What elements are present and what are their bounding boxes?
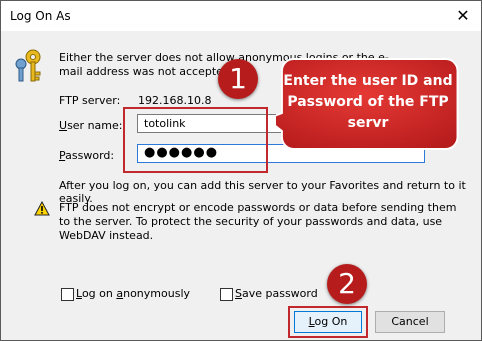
anonymous-label[interactable]: Log on anonymously	[76, 287, 190, 300]
title-bar: Log On As ✕	[1, 1, 481, 31]
save-text: ave password	[241, 287, 318, 300]
cancel-button[interactable]: Cancel	[375, 311, 445, 333]
warning-icon	[34, 201, 50, 216]
username-label-mnemonic: U	[59, 119, 68, 132]
security-warning: FTP does not encrypt or encode passwords…	[59, 201, 457, 242]
logon-highlight-box	[288, 306, 368, 338]
instruction-callout-text: Enter the user ID and Password of the FT…	[283, 73, 453, 131]
key-icon	[15, 49, 41, 82]
close-icon[interactable]: ✕	[453, 6, 473, 26]
anonymous-checkbox[interactable]	[61, 288, 74, 301]
anon-text-1: og on	[81, 287, 117, 300]
log-on-as-dialog: Log On As ✕ Either the server does not a…	[0, 0, 482, 341]
dialog-title: Log On As	[10, 9, 71, 23]
server-value: 192.168.10.8	[138, 94, 212, 107]
save-password-label[interactable]: Save password	[235, 287, 318, 300]
username-label-rest: ser name:	[67, 119, 123, 132]
save-mnemonic: S	[235, 287, 242, 300]
save-password-checkbox[interactable]	[220, 288, 233, 301]
password-label: Password:	[59, 149, 114, 162]
fields-highlight-box	[123, 107, 268, 173]
step-1-badge: 1	[218, 59, 258, 99]
anon-text-2: nonymously	[123, 287, 191, 300]
step-2-badge: 2	[327, 264, 367, 304]
server-label: FTP server:	[59, 94, 121, 107]
username-label: User name:	[59, 119, 122, 132]
password-label-rest: assword:	[65, 149, 115, 162]
